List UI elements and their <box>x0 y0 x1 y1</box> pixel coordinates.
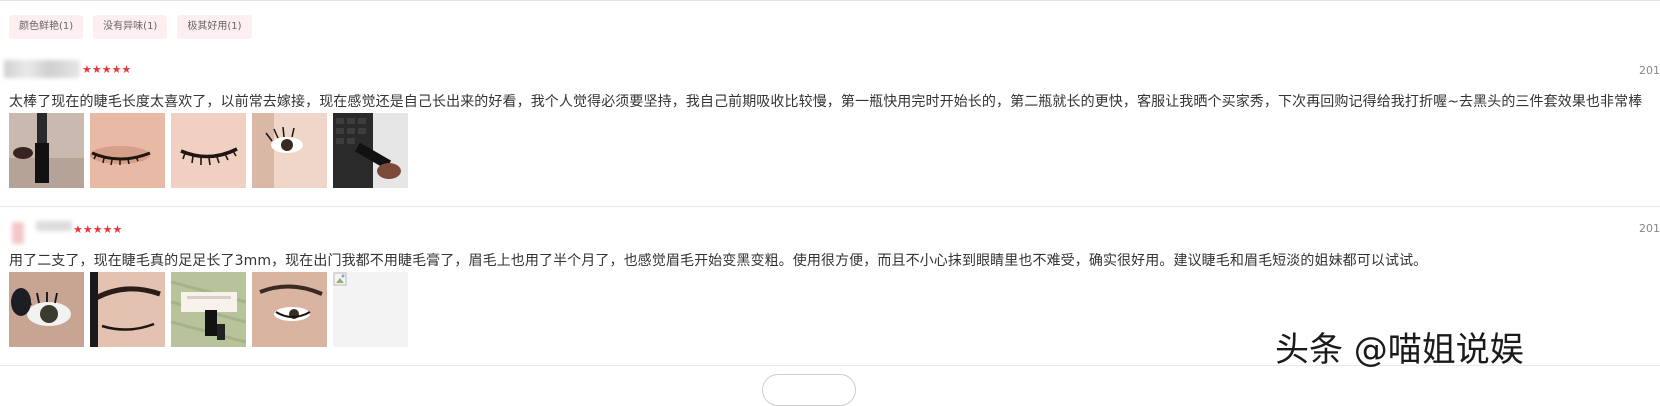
top-divider <box>0 0 1660 1</box>
star-rating-stars: ★★★★★ <box>73 223 123 236</box>
review-photo[interactable] <box>90 113 165 188</box>
star-rating: ★★★★★ <box>73 224 122 235</box>
tag-no-odor[interactable]: 没有异味(1) <box>93 15 168 39</box>
review-date: 201 <box>1639 64 1660 77</box>
review-photo[interactable] <box>252 113 327 188</box>
review-tag-filter: 颜色鲜艳(1) 没有异味(1) 极其好用(1) <box>9 15 252 39</box>
tag-very-useful[interactable]: 极其好用(1) <box>177 15 252 39</box>
username-blurred <box>36 221 72 231</box>
review-photo[interactable] <box>252 272 327 347</box>
review-date: 201 <box>1639 222 1660 235</box>
review-photo[interactable] <box>333 113 408 188</box>
review-text: 太棒了现在的睫毛长度太喜欢了，以前常去嫁接，现在感觉还是自己长出来的好看，我个人… <box>9 94 1643 110</box>
review-photo[interactable] <box>9 272 84 347</box>
star-rating: ★★★★★ <box>82 64 131 75</box>
avatar <box>12 222 24 244</box>
review-photo[interactable] <box>9 113 84 188</box>
review-photo[interactable] <box>171 272 246 347</box>
review-photo-placeholder[interactable] <box>333 272 408 347</box>
review-divider <box>0 206 1660 207</box>
avatar <box>4 60 80 78</box>
load-more-button[interactable] <box>762 374 856 406</box>
review-photos <box>9 272 408 347</box>
review-text: 用了二支了，现在睫毛真的足足长了3mm，现在出门我都不用睫毛膏了，眉毛上也用了半… <box>9 253 1428 269</box>
review-photos <box>9 113 408 188</box>
review-photo[interactable] <box>90 272 165 347</box>
tag-bright-color[interactable]: 颜色鲜艳(1) <box>9 15 84 39</box>
watermark: 头条 @喵姐说娱 <box>1275 330 1524 370</box>
star-rating-stars: ★★★★★ <box>82 63 132 76</box>
review-photo[interactable] <box>171 113 246 188</box>
